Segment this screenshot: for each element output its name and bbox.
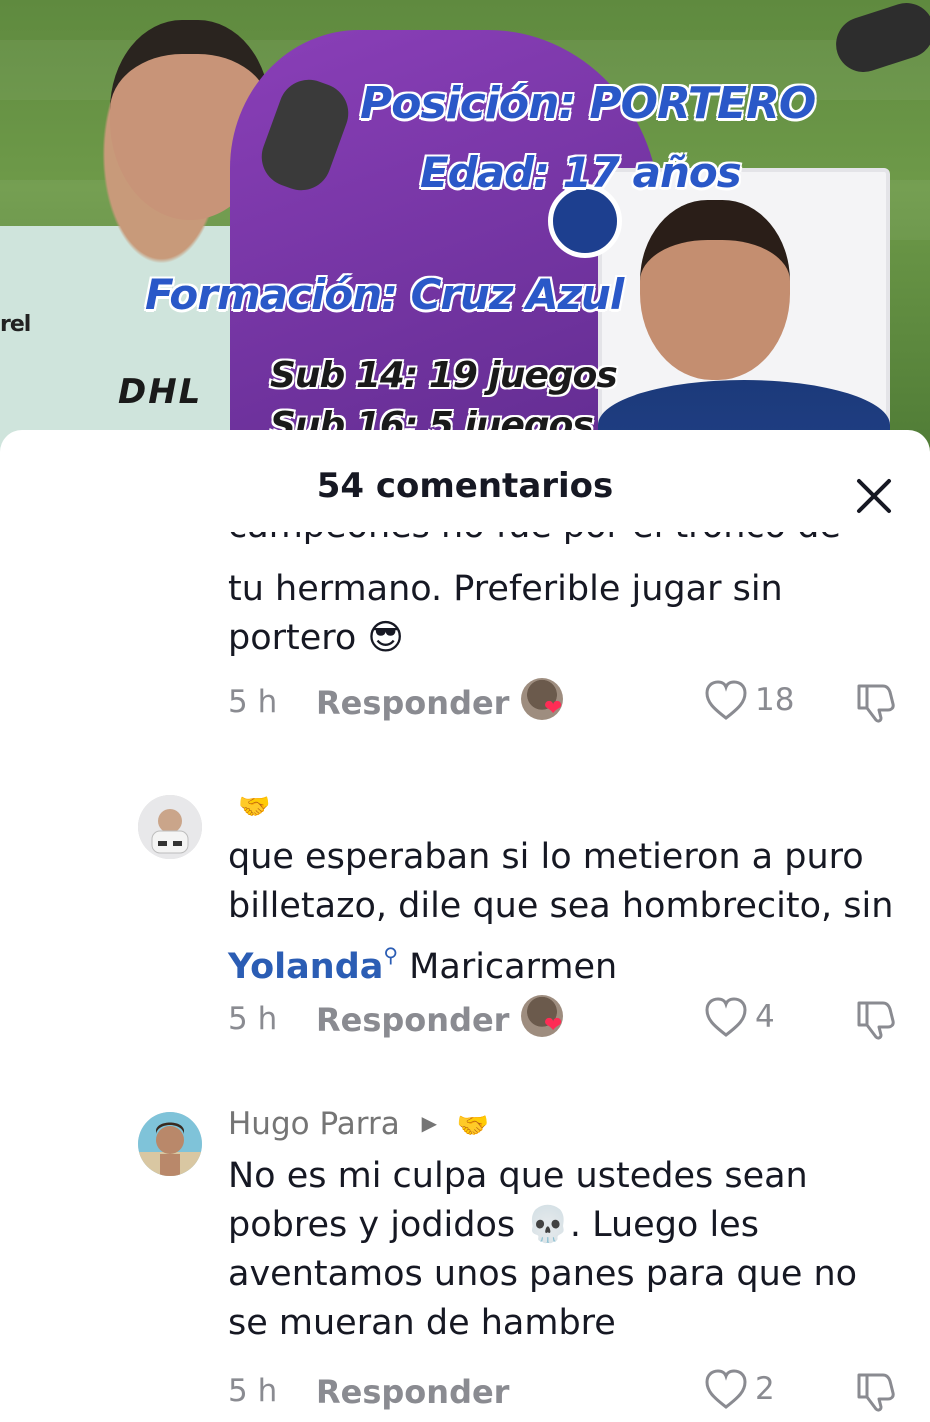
thumbs-down-icon [857,1373,895,1412]
dislike-button[interactable] [853,1369,899,1413]
comment-text: tu hermano. Preferible jugar sin portero… [228,569,783,658]
sponsor-logo-text: DHL [118,372,203,412]
comment-time: 5 h [228,1001,278,1037]
reply-button[interactable]: Responder [316,684,509,722]
close-button[interactable] [850,472,898,520]
thumbs-down-icon [857,684,895,723]
overlay-formation-text: Formación: Cruz Azul [145,270,624,319]
comment-text-clipped-line: campeones no fue por el tronco de [228,532,898,551]
comment-username-row: Hugo Parra ▶ 🤝 [228,1106,489,1142]
user-avatar[interactable] [138,1112,202,1176]
comment-username[interactable]: Hugo Parra [228,1106,400,1142]
reply-button[interactable]: Responder [316,1001,509,1039]
reply-button[interactable]: Responder [316,1373,509,1411]
comments-sheet: 54 comentarios campeones no fue por el t… [0,430,930,1422]
comment-text: No es mi culpa que ustedes sean pobres y… [228,1156,858,1343]
comment-time: 5 h [228,684,278,720]
comment-actions: 5 h Responder 2 [228,1367,908,1417]
video-background[interactable]: Posición: PORTERO Edad: 17 años Formació… [0,0,930,470]
like-button[interactable] [703,678,749,722]
comment-username-row: 🤝 [228,787,270,823]
play-arrow-icon: ▶ [421,1111,437,1135]
overlay-age-text: Edad: 17 años [420,148,742,197]
comments-count-title: 54 comentarios [316,466,614,506]
comment-text-part: Maricarmen [398,947,618,987]
handshake-badge-icon: 🤝 [456,1111,490,1141]
heart-outline-icon [705,997,747,1037]
dislike-button[interactable] [853,997,899,1041]
handshake-badge-icon: 🤝 [238,792,271,822]
like-count: 4 [755,999,775,1035]
creator-liked-heart-icon: ❤ [544,1013,563,1038]
search-icon[interactable]: ⚲ [383,943,398,967]
overlay-position-text: Posición: PORTERO [360,78,816,129]
partial-brand-text: rel [0,312,31,337]
player-photo-face [640,200,790,380]
heart-outline-icon [705,680,747,720]
overlay-sub14-text: Sub 14: 19 juegos [270,355,618,396]
avatar-image [138,1112,202,1176]
user-avatar[interactable] [138,795,202,859]
comment-actions: 5 h Responder ❤ 18 [228,678,908,728]
avatar-image [138,795,202,859]
like-count: 18 [755,682,795,718]
like-button[interactable] [703,1367,749,1411]
like-count: 2 [755,1371,775,1407]
comment-text: que esperaban si lo metieron a puro bill… [228,833,898,992]
dislike-button[interactable] [853,680,899,724]
heart-outline-icon [705,1369,747,1409]
comment-text-clipped: campeones no fue por el tronco de [228,532,898,554]
close-icon [857,479,891,513]
mention-link[interactable]: Yolanda [228,947,383,987]
creator-liked-heart-icon: ❤ [544,696,563,721]
comments-list[interactable]: campeones no fue por el tronco de tu her… [0,530,930,1422]
like-button[interactable] [703,995,749,1039]
comment-time: 5 h [228,1373,278,1409]
comment-text-part: que esperaban si lo metieron a puro bill… [228,837,894,926]
thumbs-down-icon [857,1001,895,1040]
comment-actions: 5 h Responder ❤ 4 [228,995,908,1045]
